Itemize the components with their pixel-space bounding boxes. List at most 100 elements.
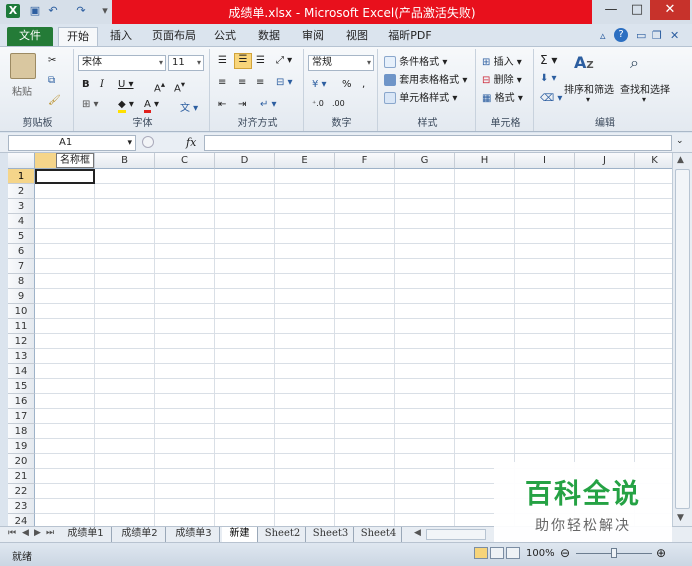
scroll-up-icon[interactable]: ▲: [677, 155, 684, 165]
name-box[interactable]: A1: [8, 135, 136, 151]
currency-icon[interactable]: ¥ ▾: [312, 79, 327, 90]
horizontal-scrollbar[interactable]: [426, 529, 486, 540]
tab-home[interactable]: 开始: [58, 27, 98, 46]
row-header[interactable]: 4: [8, 214, 35, 229]
font-size-select[interactable]: 11: [168, 55, 204, 71]
row-header[interactable]: 20: [8, 454, 35, 469]
phonetic-icon[interactable]: 文 ▾: [180, 99, 198, 114]
redo-icon[interactable]: ↷: [74, 4, 88, 18]
comma-icon[interactable]: ,: [362, 79, 365, 90]
minimize-button[interactable]: —: [598, 0, 624, 20]
align-center-icon[interactable]: ≡: [238, 77, 246, 88]
row-header[interactable]: 23: [8, 499, 35, 514]
tab-foxit-pdf[interactable]: 福昕PDF: [382, 27, 438, 46]
bold-button[interactable]: B: [82, 79, 90, 90]
column-header[interactable]: H: [455, 153, 515, 169]
align-left-icon[interactable]: ≡: [218, 77, 226, 88]
tab-data[interactable]: 数据: [252, 27, 286, 46]
row-header[interactable]: 10: [8, 304, 35, 319]
scroll-down-icon[interactable]: ▼: [677, 513, 684, 523]
row-header[interactable]: 13: [8, 349, 35, 364]
orientation-icon[interactable]: ⤢ ▾: [276, 55, 292, 66]
tab-insert[interactable]: 插入: [104, 27, 138, 46]
decrease-decimal-icon[interactable]: .00: [332, 99, 345, 108]
cut-icon[interactable]: ✂: [48, 55, 56, 66]
collapse-ribbon-icon[interactable]: ▵: [600, 29, 606, 42]
column-header[interactable]: B: [95, 153, 155, 169]
paste-icon[interactable]: [10, 53, 36, 79]
column-header[interactable]: J: [575, 153, 635, 169]
sheet-tab[interactable]: 成绩单3: [168, 527, 220, 542]
merge-center-icon[interactable]: ⊟ ▾: [276, 77, 293, 88]
row-header[interactable]: 17: [8, 409, 35, 424]
row-header[interactable]: 6: [8, 244, 35, 259]
formula-input[interactable]: [204, 135, 672, 151]
sheet-tab[interactable]: Sheet3: [308, 527, 354, 542]
zoom-out-icon[interactable]: ⊖: [560, 546, 570, 560]
row-header[interactable]: 16: [8, 394, 35, 409]
expand-formula-bar-icon[interactable]: ⌄: [676, 136, 684, 146]
row-header[interactable]: 12: [8, 334, 35, 349]
column-header[interactable]: K: [635, 153, 672, 169]
undo-icon[interactable]: ↶: [46, 4, 60, 18]
zoom-level[interactable]: 100%: [526, 548, 555, 559]
row-header[interactable]: 3: [8, 199, 35, 214]
sheet-tab[interactable]: Sheet4: [356, 527, 402, 542]
hscroll-left-icon[interactable]: ◀: [414, 528, 421, 538]
align-middle-icon[interactable]: ☰: [234, 53, 252, 69]
vertical-scrollbar[interactable]: ▲ ▼: [672, 153, 692, 526]
first-sheet-icon[interactable]: ⏮: [8, 528, 16, 538]
fill-icon[interactable]: ⬇ ▾: [540, 73, 557, 84]
restore-workbook-icon[interactable]: ❐: [652, 29, 662, 42]
sort-filter-button[interactable]: 排序和筛选: [564, 81, 614, 96]
copy-icon[interactable]: ⧉: [48, 75, 55, 86]
last-sheet-icon[interactable]: ⏭: [46, 528, 54, 538]
row-header[interactable]: 9: [8, 289, 35, 304]
sheet-tab[interactable]: Sheet2: [260, 527, 306, 542]
binoculars-icon[interactable]: ⌕: [630, 53, 639, 73]
font-name-select[interactable]: 宋体: [78, 55, 166, 71]
close-button[interactable]: ✕: [650, 0, 690, 20]
decrease-indent-icon[interactable]: ⇤: [218, 99, 226, 110]
clear-icon[interactable]: ⌫ ▾: [540, 93, 562, 104]
sort-filter-icon[interactable]: AZ: [574, 53, 594, 72]
customize-qat-icon[interactable]: ▾: [98, 4, 112, 18]
tab-page-layout[interactable]: 页面布局: [146, 27, 202, 46]
row-header[interactable]: 11: [8, 319, 35, 334]
find-select-button[interactable]: 查找和选择: [620, 81, 670, 96]
row-header[interactable]: 1: [8, 169, 35, 184]
decrease-font-icon[interactable]: A▾: [174, 79, 185, 94]
zoom-in-icon[interactable]: ⊕: [656, 546, 666, 560]
row-header[interactable]: 21: [8, 469, 35, 484]
font-color-icon[interactable]: A ▾: [144, 99, 159, 113]
increase-indent-icon[interactable]: ⇥: [238, 99, 246, 110]
tab-formulas[interactable]: 公式: [208, 27, 242, 46]
tab-review[interactable]: 审阅: [296, 27, 330, 46]
paste-button[interactable]: 粘贴: [12, 83, 32, 98]
cell-styles-button[interactable]: 单元格样式 ▾: [384, 89, 457, 104]
row-header[interactable]: 22: [8, 484, 35, 499]
delete-cells-button[interactable]: ⊟ 删除 ▾: [482, 71, 522, 86]
select-all-corner[interactable]: [8, 153, 35, 169]
page-break-view-icon[interactable]: [506, 547, 520, 559]
find-select-dropdown-icon[interactable]: ▾: [642, 95, 646, 104]
next-sheet-icon[interactable]: ▶: [34, 528, 41, 538]
row-header[interactable]: 18: [8, 424, 35, 439]
italic-button[interactable]: I: [100, 79, 104, 90]
format-as-table-button[interactable]: 套用表格格式 ▾: [384, 71, 467, 86]
conditional-format-button[interactable]: 条件格式 ▾: [384, 53, 447, 68]
align-right-icon[interactable]: ≡: [256, 77, 264, 88]
help-icon[interactable]: ?: [614, 28, 628, 42]
minimize-workbook-icon[interactable]: ▭: [636, 29, 646, 42]
number-format-select[interactable]: 常规: [308, 55, 374, 71]
active-cell-a1[interactable]: [35, 169, 95, 184]
maximize-button[interactable]: □: [624, 0, 650, 20]
column-header[interactable]: I: [515, 153, 575, 169]
column-header[interactable]: G: [395, 153, 455, 169]
fill-color-icon[interactable]: ◆ ▾: [118, 99, 134, 113]
insert-cells-button[interactable]: ⊞ 插入 ▾: [482, 53, 522, 68]
column-header[interactable]: E: [275, 153, 335, 169]
align-top-icon[interactable]: ☰: [218, 55, 227, 66]
tab-file[interactable]: 文件: [7, 27, 53, 46]
row-header[interactable]: 5: [8, 229, 35, 244]
